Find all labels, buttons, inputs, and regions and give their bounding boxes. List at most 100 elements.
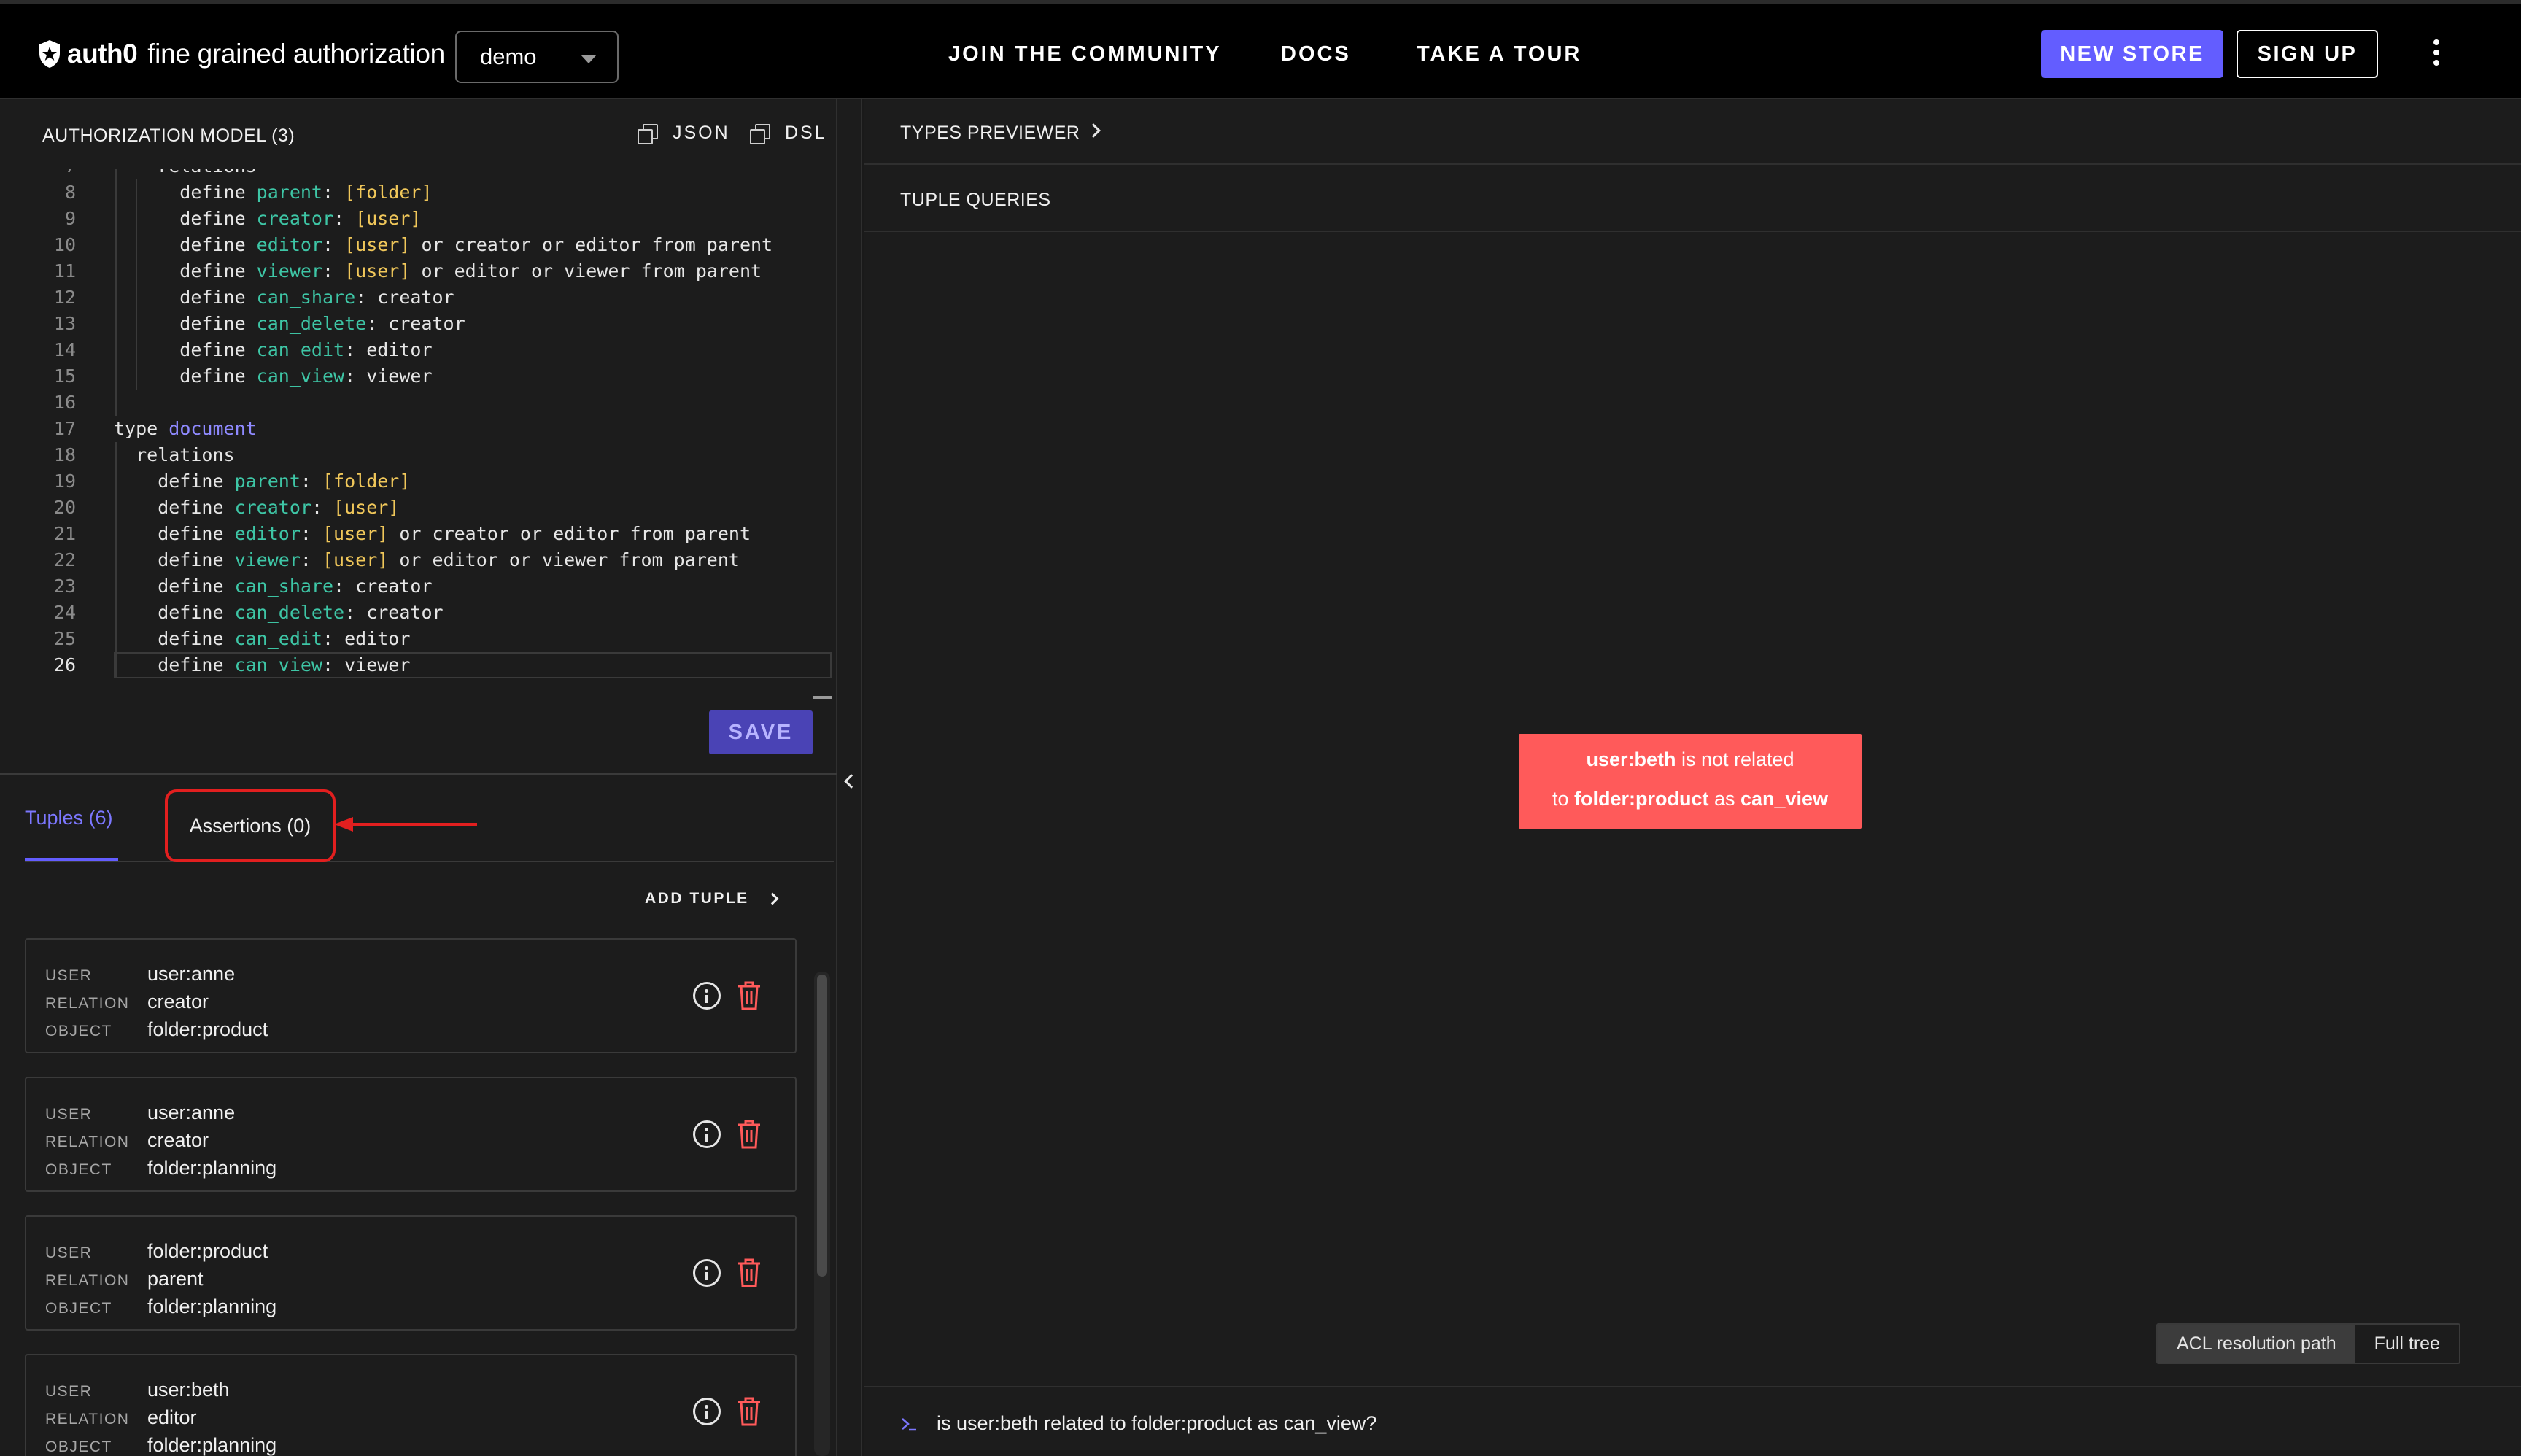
code-token: : — [322, 260, 345, 282]
panel-collapse-handle[interactable] — [837, 99, 862, 1456]
tab-tuples[interactable]: Tuples (6) — [25, 807, 113, 829]
line-number: 16 — [53, 392, 76, 413]
auth0-shield-icon — [39, 40, 60, 68]
logo[interactable]: auth0 fine grained authorization — [36, 36, 445, 71]
trash-icon[interactable] — [737, 980, 762, 1011]
code-token: or editor or viewer from parent — [410, 260, 762, 282]
code-token: : creator — [355, 287, 454, 308]
tuple-user-value: user:anne — [147, 1101, 236, 1123]
trash-icon[interactable] — [737, 1119, 762, 1150]
full-tree-button[interactable]: Full tree — [2355, 1325, 2459, 1363]
code-text: define can_share: creator — [114, 284, 454, 311]
trash-icon[interactable] — [737, 1396, 762, 1427]
tuple-user-value: user:anne — [147, 963, 236, 985]
code-token: define — [114, 471, 235, 492]
info-icon[interactable] — [693, 982, 721, 1010]
tuple-field-label: RELATION — [45, 1272, 130, 1289]
code-token: : creator — [344, 602, 444, 623]
indent-guide — [136, 179, 137, 390]
line-number: 24 — [53, 602, 76, 623]
chevron-right-icon — [1086, 123, 1101, 138]
scrollbar-thumb[interactable] — [817, 975, 827, 1277]
active-tab-indicator — [25, 858, 118, 861]
code-line: 23 define can_share: creator — [0, 573, 837, 600]
code-token: can_edit — [234, 628, 322, 649]
info-icon[interactable] — [693, 1259, 721, 1287]
code-text: type document — [114, 416, 257, 442]
model-title: AUTHORIZATION MODEL (3) — [42, 125, 295, 146]
save-button[interactable]: SAVE — [709, 710, 813, 754]
code-token: can_delete — [256, 313, 367, 334]
tuple-queries-header: TUPLE QUERIES — [864, 166, 2521, 232]
add-tuple-button[interactable]: ADD TUPLE — [645, 890, 779, 907]
code-text: relations — [114, 169, 256, 179]
code-token: can_share — [256, 287, 356, 308]
editor-scroll-indicator[interactable] — [813, 696, 832, 699]
sign-up-button[interactable]: SIGN UP — [2237, 30, 2378, 78]
code-token: can_view — [256, 365, 345, 387]
nav-docs[interactable]: DOCS — [1281, 42, 1351, 66]
new-store-button[interactable]: NEW STORE — [2041, 30, 2223, 78]
info-icon[interactable] — [693, 1398, 721, 1425]
code-token: viewer — [234, 549, 301, 570]
tuple-relation-value: creator — [147, 991, 209, 1012]
tuple-object-value: folder:planning — [147, 1157, 277, 1179]
query-bar[interactable]: is user:beth related to folder:product a… — [864, 1386, 2521, 1456]
more-menu-icon[interactable] — [2429, 39, 2444, 69]
query-input[interactable]: is user:beth related to folder:product a… — [937, 1412, 1376, 1435]
code-line: 15 define can_view: viewer — [0, 363, 837, 390]
tuple-field-label: OBJECT — [45, 1161, 112, 1178]
types-previewer-header[interactable]: TYPES PREVIEWER — [864, 99, 2521, 165]
code-token: [user] — [355, 208, 422, 229]
line-number: 26 — [53, 654, 76, 675]
tuple-card: USER user:anne RELATION creator OBJECT folder… — [25, 938, 797, 1053]
tuple-card: USER folder:product RELATION parent OBJECT fo… — [25, 1215, 797, 1331]
code-text: define can_view: viewer — [114, 363, 433, 390]
tuple-field-label: RELATION — [45, 1411, 130, 1428]
acl-resolution-path-button[interactable]: ACL resolution path — [2158, 1325, 2355, 1363]
top-header: auth0 fine grained authorization demo JO… — [0, 0, 2521, 99]
copy-icon — [750, 123, 770, 144]
code-line: 14 define can_edit: editor — [0, 337, 837, 363]
code-line: 17 type document — [0, 416, 837, 442]
copy-icon — [638, 123, 658, 144]
chevron-left-icon — [844, 774, 859, 789]
code-line: 8 define parent: [folder] — [0, 179, 837, 206]
line-number: 18 — [53, 444, 76, 465]
nav-take-tour[interactable]: TAKE A TOUR — [1417, 42, 1581, 66]
code-line: 16 — [0, 390, 837, 416]
result-subject: user:beth — [1586, 748, 1676, 770]
code-text: define parent: [folder] — [114, 179, 432, 206]
result-object: folder:product — [1573, 788, 1709, 810]
code-token: : editor — [322, 628, 411, 649]
info-icon[interactable] — [693, 1120, 721, 1148]
result-to: to — [1552, 788, 1574, 810]
tuple-field-label: OBJECT — [45, 1023, 112, 1039]
code-token: document — [169, 418, 257, 439]
code-token: define — [114, 497, 235, 518]
code-token: : — [300, 471, 322, 492]
code-token: [user] — [322, 549, 389, 570]
model-code-editor[interactable]: 7 relations8 define parent: [folder]9 de… — [0, 169, 837, 690]
code-token: : viewer — [344, 365, 433, 387]
tuple-queries-title: TUPLE QUERIES — [900, 190, 1051, 210]
nav-join-community[interactable]: JOIN THE COMMUNITY — [948, 42, 1222, 66]
line-number: 8 — [64, 182, 76, 203]
tab-assertions[interactable]: Assertions (0) — [165, 789, 336, 862]
code-token: relations — [114, 169, 256, 177]
code-token: can_edit — [256, 339, 345, 360]
copy-json-button[interactable]: JSON — [638, 123, 730, 144]
copy-dsl-button[interactable]: DSL — [750, 123, 827, 144]
code-token: : creator — [366, 313, 465, 334]
store-select[interactable]: demo — [455, 31, 619, 83]
code-line: 24 define can_delete: creator — [0, 600, 837, 626]
tuple-relation-value: parent — [147, 1268, 204, 1290]
code-line: 13 define can_delete: creator — [0, 311, 837, 337]
code-token: creator — [234, 497, 311, 518]
line-number: 12 — [53, 287, 76, 308]
trash-icon[interactable] — [737, 1258, 762, 1288]
tuple-list: ADD TUPLE USER user:anne RELATION creator OB… — [0, 862, 837, 1456]
line-number: 11 — [53, 260, 76, 282]
tuple-field-label: USER — [45, 1244, 93, 1261]
code-token: editor — [256, 234, 322, 255]
